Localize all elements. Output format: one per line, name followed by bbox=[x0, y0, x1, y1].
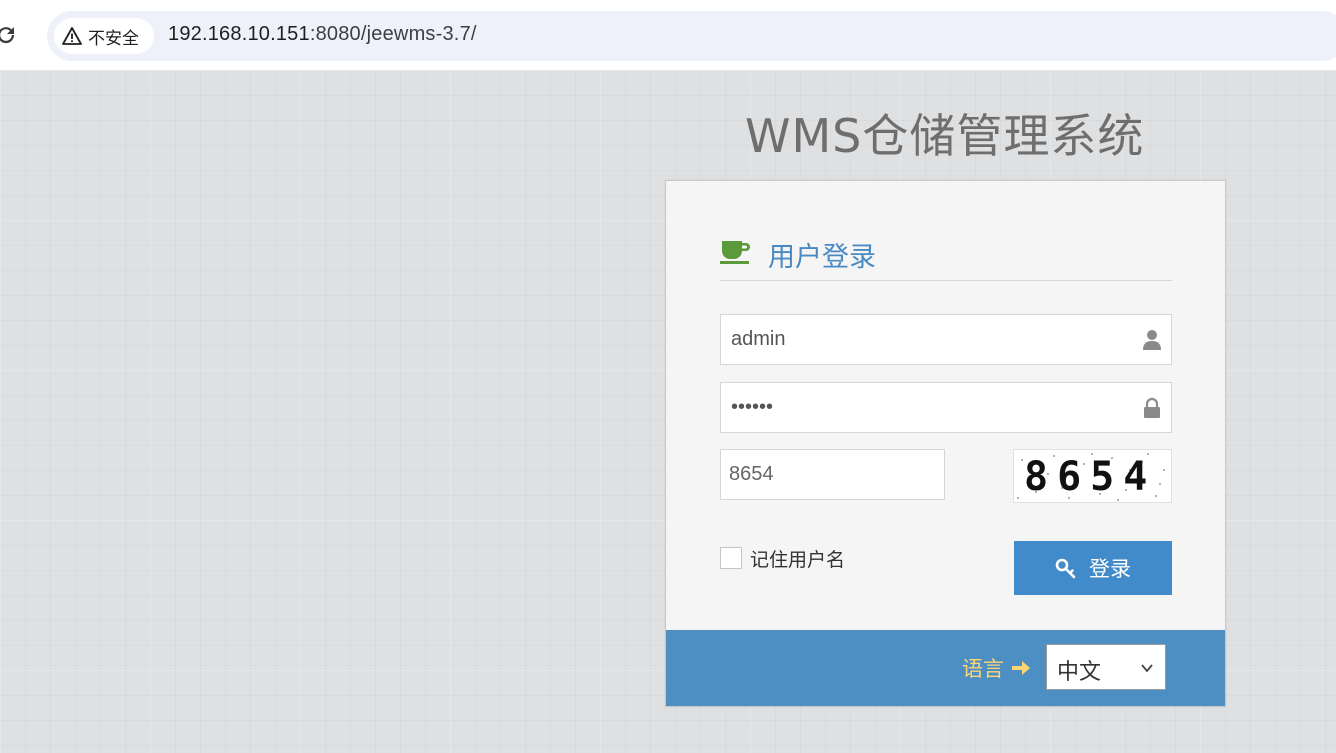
coffee-cup-icon bbox=[720, 241, 750, 264]
password-input[interactable] bbox=[721, 383, 1171, 432]
language-select[interactable]: 中文 bbox=[1046, 644, 1166, 690]
login-button-label: 登录 bbox=[1089, 557, 1131, 581]
captcha-text: 8654 bbox=[1024, 454, 1157, 500]
language-selected: 中文 bbox=[1057, 660, 1102, 685]
reload-icon[interactable] bbox=[0, 23, 18, 47]
username-field[interactable] bbox=[720, 314, 1172, 365]
url-text[interactable]: 192.168.10.151:8080/jeewms-3.7/ bbox=[168, 23, 477, 46]
login-card: 用户登录 8654 bbox=[665, 180, 1226, 707]
page-title: WMS仓储管理系统 bbox=[745, 109, 1145, 163]
captcha-image[interactable]: 8654 bbox=[1013, 449, 1172, 503]
browser-tab-strip bbox=[0, 0, 1336, 2]
login-header: 用户登录 bbox=[720, 235, 1172, 281]
language-label: 语言 bbox=[962, 657, 1004, 681]
username-input[interactable] bbox=[721, 315, 1171, 364]
url-host: 192.168.10.151 bbox=[168, 23, 310, 45]
language-label-group: 语言 bbox=[962, 653, 1032, 683]
captcha-input[interactable] bbox=[721, 450, 944, 499]
login-title: 用户登录 bbox=[768, 242, 876, 273]
language-bar: 语言 中文 bbox=[666, 630, 1225, 706]
remember-checkbox[interactable] bbox=[720, 547, 742, 569]
remember-username[interactable]: 记住用户名 bbox=[720, 545, 845, 571]
address-bar[interactable]: 不安全 192.168.10.151:8080/jeewms-3.7/ bbox=[47, 11, 1336, 61]
security-label: 不安全 bbox=[88, 28, 139, 49]
login-button[interactable]: 登录 bbox=[1014, 541, 1172, 595]
browser-toolbar: 不安全 192.168.10.151:8080/jeewms-3.7/ bbox=[0, 0, 1336, 70]
captcha-field[interactable] bbox=[720, 449, 945, 500]
password-field[interactable] bbox=[720, 382, 1172, 433]
user-icon bbox=[1143, 330, 1161, 350]
url-path: :8080/jeewms-3.7/ bbox=[309, 23, 477, 45]
arrow-right-icon bbox=[1012, 661, 1030, 675]
security-chip[interactable]: 不安全 bbox=[54, 18, 154, 54]
key-icon bbox=[1055, 558, 1076, 579]
warning-icon bbox=[62, 27, 82, 45]
lock-icon bbox=[1144, 397, 1160, 418]
chevron-down-icon bbox=[1141, 664, 1153, 673]
remember-label: 记住用户名 bbox=[750, 548, 846, 571]
